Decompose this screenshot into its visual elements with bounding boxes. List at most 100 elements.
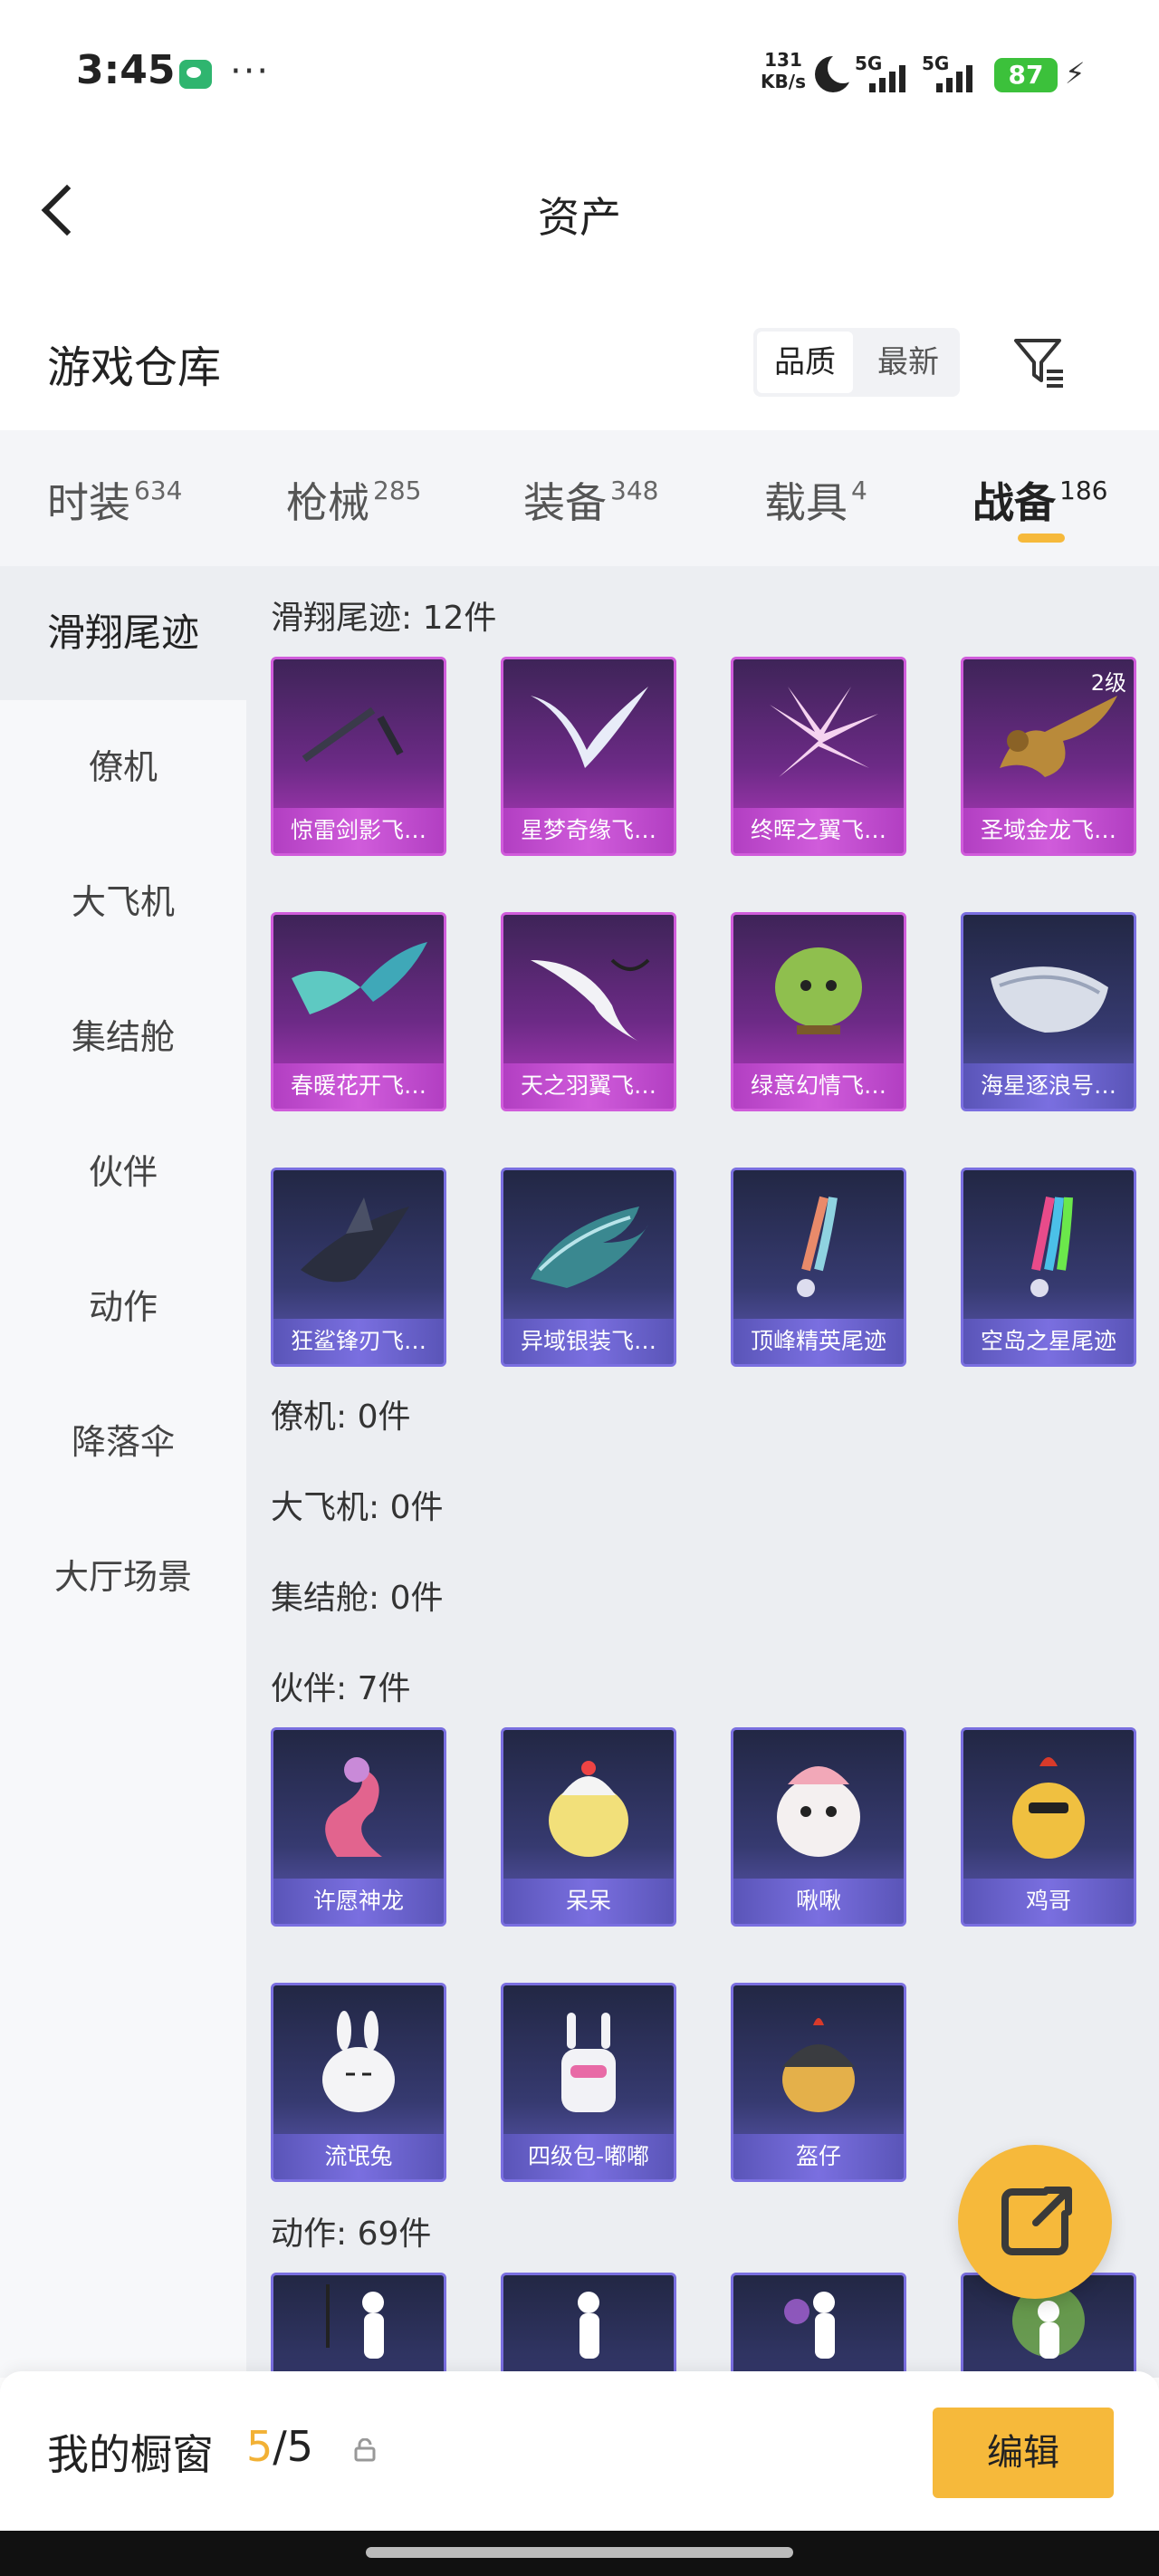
status-time: 3:45 (76, 47, 176, 93)
item-name: 终晖之翼飞… (733, 808, 904, 853)
tab-count: 186 (1059, 476, 1108, 505)
home-indicator[interactable] (366, 2547, 793, 2558)
tab-count: 634 (134, 476, 183, 505)
item-name: 啾啾 (733, 1879, 904, 1924)
rabbit-art (322, 2011, 395, 2112)
showcase-label: 我的橱窗 (47, 2430, 214, 2479)
item-name: 空岛之星尾迹 (963, 1319, 1134, 1364)
tab-weapons[interactable]: 枪械 285 (286, 470, 421, 530)
item-name: 海星逐浪号… (963, 1063, 1134, 1109)
status-bar: 3:45 ··· 131 KB/s 5G 5G 87 ⚡ (0, 0, 1159, 145)
filter-icon[interactable] (1012, 335, 1067, 389)
item-card[interactable]: 流氓兔 (271, 1983, 446, 2182)
wechat-notification-icon (179, 60, 212, 89)
battery-level: 87 (994, 58, 1058, 92)
tab-fashion[interactable]: 时装 634 (47, 470, 182, 530)
tab-vehicles[interactable]: 载具 4 (764, 470, 867, 530)
robot-bunny-art (561, 2013, 616, 2112)
network-speed-value: 131 (764, 49, 802, 71)
category-tabs: 时装 634 枪械 285 装备 348 载具 4 战备 186 (0, 430, 1159, 566)
item-card[interactable]: 天之羽翼飞… (501, 912, 676, 1111)
item-card[interactable]: 2级 圣域金龙飞… (961, 657, 1136, 856)
item-name: 惊雷剑影飞… (273, 808, 444, 853)
sidebar-item-assembly-pod[interactable]: 集结舱 (0, 970, 246, 1104)
item-card[interactable]: 星梦奇缘飞… (501, 657, 676, 856)
item-card[interactable] (271, 2273, 446, 2378)
cactus-art (775, 947, 862, 1034)
charging-icon: ⚡ (1065, 56, 1086, 91)
group-label-assembly-pod: 集结舱: 0件 (271, 1580, 444, 1617)
item-card[interactable]: 空岛之星尾迹 (961, 1168, 1136, 1367)
item-card[interactable]: 春暖花开飞… (271, 912, 446, 1111)
sort-quality-button[interactable]: 品质 (757, 332, 853, 393)
network-speed: 131 KB/s (757, 49, 809, 92)
item-card[interactable]: 呆呆 (501, 1727, 676, 1927)
rooster-art (1012, 1757, 1085, 1859)
group-label-big-plane: 大飞机: 0件 (271, 1489, 444, 1526)
sidebar-item-glide-trail[interactable]: 滑翔尾迹 (0, 566, 246, 700)
item-name: 四级包-嘟嘟 (503, 2134, 674, 2179)
group-label-wingman: 僚机: 0件 (271, 1399, 411, 1436)
sidebar-item-wingman[interactable]: 僚机 (0, 700, 246, 834)
item-name: 流氓兔 (273, 2134, 444, 2179)
tab-battle-gear[interactable]: 战备 186 (972, 470, 1107, 530)
sort-newest-button[interactable]: 最新 (860, 332, 956, 393)
subcategory-sidebar: 滑翔尾迹 僚机 大飞机 集结舱 伙伴 动作 降落伞 大厅场景 (0, 566, 246, 2378)
showcase-current: 5 (246, 2422, 273, 2471)
warehouse-header: 游戏仓库 品质 最新 (0, 281, 1159, 430)
item-card[interactable]: 终晖之翼飞… (731, 657, 906, 856)
showcase-count: 5/5 (246, 2422, 313, 2471)
group-label-partner: 伙伴: 7件 (271, 1670, 411, 1707)
boat-art (991, 966, 1108, 1033)
tab-label: 载具 (764, 478, 848, 527)
item-name: 星梦奇缘飞… (503, 808, 674, 853)
emote-figure-art (578, 2292, 599, 2359)
share-button[interactable] (958, 2145, 1112, 2299)
item-card[interactable]: 海星逐浪号… (961, 912, 1136, 1111)
item-card[interactable]: 鸡哥 (961, 1727, 1136, 1927)
item-card[interactable]: 绿意幻情飞… (731, 912, 906, 1111)
rainbow-trail-art (1030, 1197, 1073, 1297)
item-card[interactable] (501, 2273, 676, 2378)
wish-dragon-art (325, 1757, 382, 1857)
item-name: 圣域金龙飞… (963, 808, 1134, 853)
sidebar-item-lobby-scene[interactable]: 大厅场景 (0, 1510, 246, 1644)
sidebar-item-parachute[interactable]: 降落伞 (0, 1375, 246, 1509)
tab-equipment[interactable]: 装备 348 (523, 470, 658, 530)
sim1-signal-icon: 5G (855, 53, 920, 94)
item-name: 绿意幻情飞… (733, 1063, 904, 1109)
shark-art (301, 1197, 409, 1283)
sword-trail-art (302, 706, 404, 763)
golden-dragon-art (1000, 696, 1117, 777)
more-notifications-icon: ··· (230, 51, 271, 92)
item-card[interactable]: 惊雷剑影飞… (271, 657, 446, 856)
group-label-emote: 动作: 69件 (271, 2216, 432, 2253)
item-name: 盔仔 (733, 2134, 904, 2179)
item-card[interactable]: 许愿神龙 (271, 1727, 446, 1927)
item-card[interactable]: 盔仔 (731, 1983, 906, 2182)
item-card[interactable]: 狂鲨锋刃飞… (271, 1168, 446, 1367)
item-card[interactable]: 异域银装飞… (501, 1168, 676, 1367)
crystal-wing-art (770, 687, 878, 777)
item-name: 呆呆 (503, 1879, 674, 1924)
feather-wing-art (531, 958, 650, 1042)
item-name: 异域银装飞… (503, 1319, 674, 1364)
silver-wing-art (531, 1206, 648, 1288)
item-card[interactable]: 顶峰精英尾迹 (731, 1168, 906, 1367)
item-name: 天之羽翼飞… (503, 1063, 674, 1109)
do-not-disturb-icon (815, 53, 858, 92)
item-name: 许愿神龙 (273, 1879, 444, 1924)
sidebar-item-emote[interactable]: 动作 (0, 1240, 246, 1374)
edit-button[interactable]: 编辑 (933, 2408, 1114, 2498)
item-name: 狂鲨锋刃飞… (273, 1319, 444, 1364)
top-nav: 资产 (0, 145, 1159, 281)
sort-toggle: 品质 最新 (753, 328, 960, 397)
item-card[interactable]: 啾啾 (731, 1727, 906, 1927)
sidebar-item-partner[interactable]: 伙伴 (0, 1105, 246, 1239)
item-card[interactable]: 四级包-嘟嘟 (501, 1983, 676, 2182)
warehouse-title: 游戏仓库 (47, 342, 222, 393)
sidebar-item-big-plane[interactable]: 大飞机 (0, 835, 246, 969)
item-card[interactable] (731, 2273, 906, 2378)
share-icon (1001, 2187, 1072, 2255)
system-nav-bar (0, 2531, 1159, 2576)
